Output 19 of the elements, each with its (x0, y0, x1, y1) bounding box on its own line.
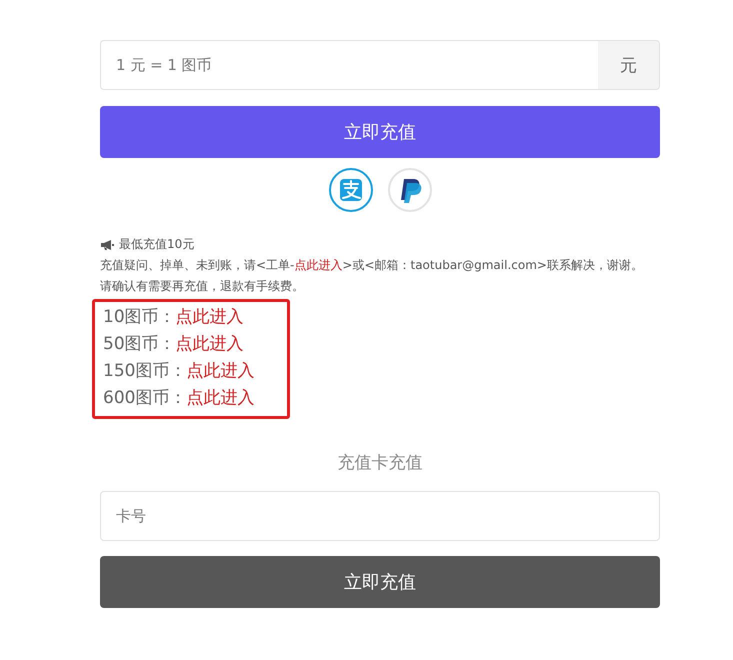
option-label: 10图币： (103, 307, 176, 327)
recharge-button[interactable]: 立即充值 (100, 106, 660, 158)
card-number-field[interactable]: 卡号 (100, 491, 660, 541)
option-link[interactable]: 点此进入 (186, 388, 254, 408)
megaphone-icon (100, 238, 114, 250)
ticket-link[interactable]: 点此进入 (294, 258, 342, 272)
option-link[interactable]: 点此进入 (176, 334, 244, 354)
option-label: 600图币： (103, 388, 186, 408)
option-link[interactable]: 点此进入 (176, 307, 244, 327)
card-recharge-button[interactable]: 立即充值 (100, 556, 660, 608)
option-label: 50图币： (103, 334, 176, 354)
alipay-icon[interactable] (328, 168, 372, 212)
contact-text: 充值疑问、掉单、未到账，请<工单-点此进入>或<邮箱：taotubar@gmail.com>联系解决，谢谢。 (100, 257, 644, 274)
notice-text: 最低充值10元 (119, 236, 194, 253)
section-title: 充值卡充值 (336, 452, 424, 474)
option-label: 150图币： (103, 361, 186, 381)
paypal-icon[interactable] (388, 168, 432, 212)
warning-text: 请确认有需要再充值，退款有手续费。 (100, 278, 305, 295)
option-link[interactable]: 点此进入 (186, 361, 254, 381)
